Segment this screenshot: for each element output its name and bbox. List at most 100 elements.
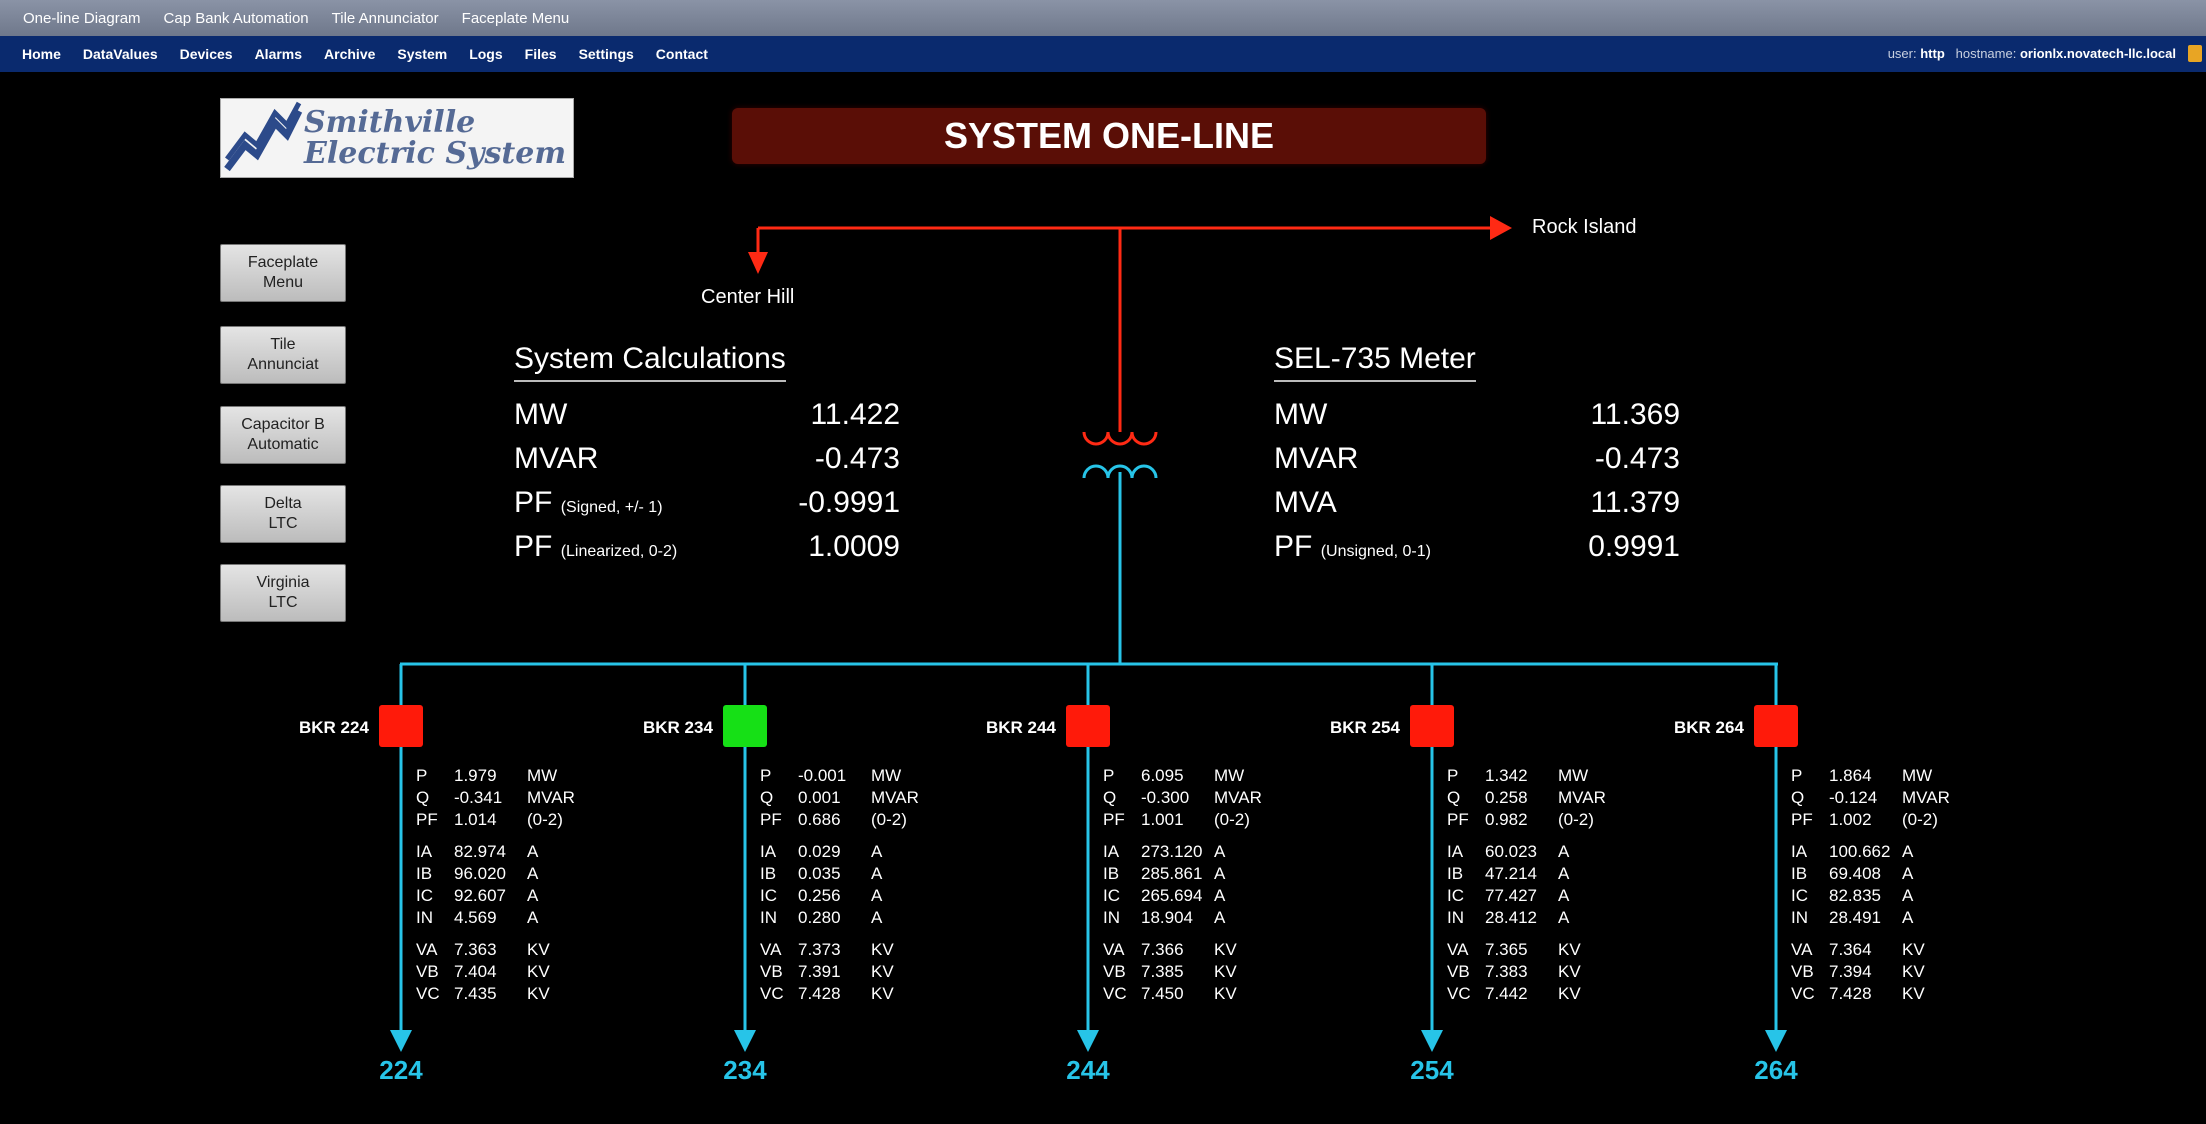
value-label: P <box>416 766 428 785</box>
value: 0.029 <box>798 842 841 861</box>
value-unit: MVAR <box>871 788 919 807</box>
value-label: Q <box>1791 788 1805 807</box>
value: 7.364 <box>1829 940 1872 959</box>
value: 1.979 <box>454 766 497 785</box>
value-label: IC <box>1447 886 1464 905</box>
value-unit: MW <box>1214 766 1245 785</box>
value-unit: MW <box>1558 766 1589 785</box>
value-label: PF <box>1103 810 1125 829</box>
breaker-status-button[interactable] <box>1410 705 1454 747</box>
feeder-number[interactable]: 254 <box>1392 1055 1472 1086</box>
value: 0.280 <box>798 908 841 927</box>
value-label: VA <box>1103 940 1125 959</box>
feeder-254-arrow <box>1421 1030 1443 1052</box>
system-calculations-title: System Calculations <box>514 342 786 382</box>
value: 60.023 <box>1485 842 1537 861</box>
value: 69.408 <box>1829 864 1881 883</box>
value-label: VB <box>1103 962 1126 981</box>
value-unit: KV <box>1558 984 1581 1003</box>
value-label: VB <box>1447 962 1470 981</box>
breaker-label: BKR 234 <box>643 718 713 737</box>
value-unit: A <box>871 908 883 927</box>
value: 28.491 <box>1829 908 1881 927</box>
value-label: VC <box>1447 984 1471 1003</box>
breaker-status-button[interactable] <box>379 705 423 747</box>
value: 265.694 <box>1141 886 1203 905</box>
value: 1.014 <box>454 810 497 829</box>
value: 82.974 <box>454 842 506 861</box>
value: 7.365 <box>1485 940 1528 959</box>
value-unit: A <box>1214 842 1226 861</box>
meter-mva-value: 11.379 <box>1590 486 1680 519</box>
value-unit: KV <box>1902 962 1925 981</box>
value: 1.002 <box>1829 810 1872 829</box>
value: 7.442 <box>1485 984 1528 1003</box>
meter-mvar-value: -0.473 <box>1594 442 1680 475</box>
breaker-label: BKR 264 <box>1674 718 1744 737</box>
value-unit: MVAR <box>1558 788 1606 807</box>
value-label: VC <box>1103 984 1127 1003</box>
value: 0.035 <box>798 864 841 883</box>
meter-pf-value: 0.9991 <box>1588 530 1680 563</box>
value: 100.662 <box>1829 842 1891 861</box>
value-label: IA <box>1791 842 1808 861</box>
value-unit: A <box>871 886 883 905</box>
center-hill-label: Center Hill <box>701 286 795 308</box>
value-label: IC <box>1791 886 1808 905</box>
feeder-number[interactable]: 234 <box>705 1055 785 1086</box>
feeder-number[interactable]: 264 <box>1736 1055 1816 1086</box>
value-label: IC <box>760 886 777 905</box>
value-label: PF <box>760 810 782 829</box>
value: 0.256 <box>798 886 841 905</box>
breaker-status-button[interactable] <box>1066 705 1110 747</box>
value-label: IB <box>1103 864 1120 883</box>
value-label: IA <box>1103 842 1120 861</box>
value: 96.020 <box>454 864 506 883</box>
breaker-status-button[interactable] <box>1754 705 1798 747</box>
value: 7.404 <box>454 962 497 981</box>
value-label: VB <box>760 962 783 981</box>
value: 1.342 <box>1485 766 1528 785</box>
rock-island-arrow <box>1490 216 1512 240</box>
feeder-number[interactable]: 224 <box>361 1055 441 1086</box>
value-unit: KV <box>1902 984 1925 1003</box>
value-unit: MW <box>871 766 902 785</box>
meter-mw-value: 11.369 <box>1590 398 1680 431</box>
value: -0.300 <box>1141 788 1190 807</box>
value-unit: MVAR <box>1214 788 1262 807</box>
value-unit: A <box>1558 864 1570 883</box>
calc-mvar-value: -0.473 <box>814 442 900 475</box>
value: 1.864 <box>1829 766 1872 785</box>
breaker-status-button[interactable] <box>723 705 767 747</box>
value: 7.435 <box>454 984 497 1003</box>
value-label: P <box>1103 766 1115 785</box>
value-unit: (0-2) <box>1902 810 1938 829</box>
calc-label: PF (Linearized, 0-2) <box>514 530 678 563</box>
value: 7.394 <box>1829 962 1872 981</box>
value: 28.412 <box>1485 908 1537 927</box>
value-unit: A <box>527 886 539 905</box>
value: 77.427 <box>1485 886 1537 905</box>
calc-label: MW <box>514 398 568 431</box>
value-label: VC <box>1791 984 1815 1003</box>
value: 273.120 <box>1141 842 1203 861</box>
value-label: IB <box>1447 864 1464 883</box>
center-hill-arrow <box>748 252 768 274</box>
value-unit: A <box>1214 864 1226 883</box>
value-unit: KV <box>871 962 894 981</box>
value: 47.214 <box>1485 864 1537 883</box>
value: 18.904 <box>1141 908 1193 927</box>
feeder-number[interactable]: 244 <box>1048 1055 1128 1086</box>
calc-label: MVAR <box>514 442 599 475</box>
value: 7.450 <box>1141 984 1184 1003</box>
value-unit: KV <box>1214 962 1237 981</box>
breaker-label: BKR 244 <box>986 718 1056 737</box>
feeder-244-arrow <box>1077 1030 1099 1052</box>
value-label: IN <box>1447 908 1464 927</box>
feeder-224-arrow <box>390 1030 412 1052</box>
value-unit: MW <box>527 766 558 785</box>
value: 82.835 <box>1829 886 1881 905</box>
value-unit: KV <box>1214 984 1237 1003</box>
value-label: P <box>1447 766 1459 785</box>
value: 7.391 <box>798 962 841 981</box>
